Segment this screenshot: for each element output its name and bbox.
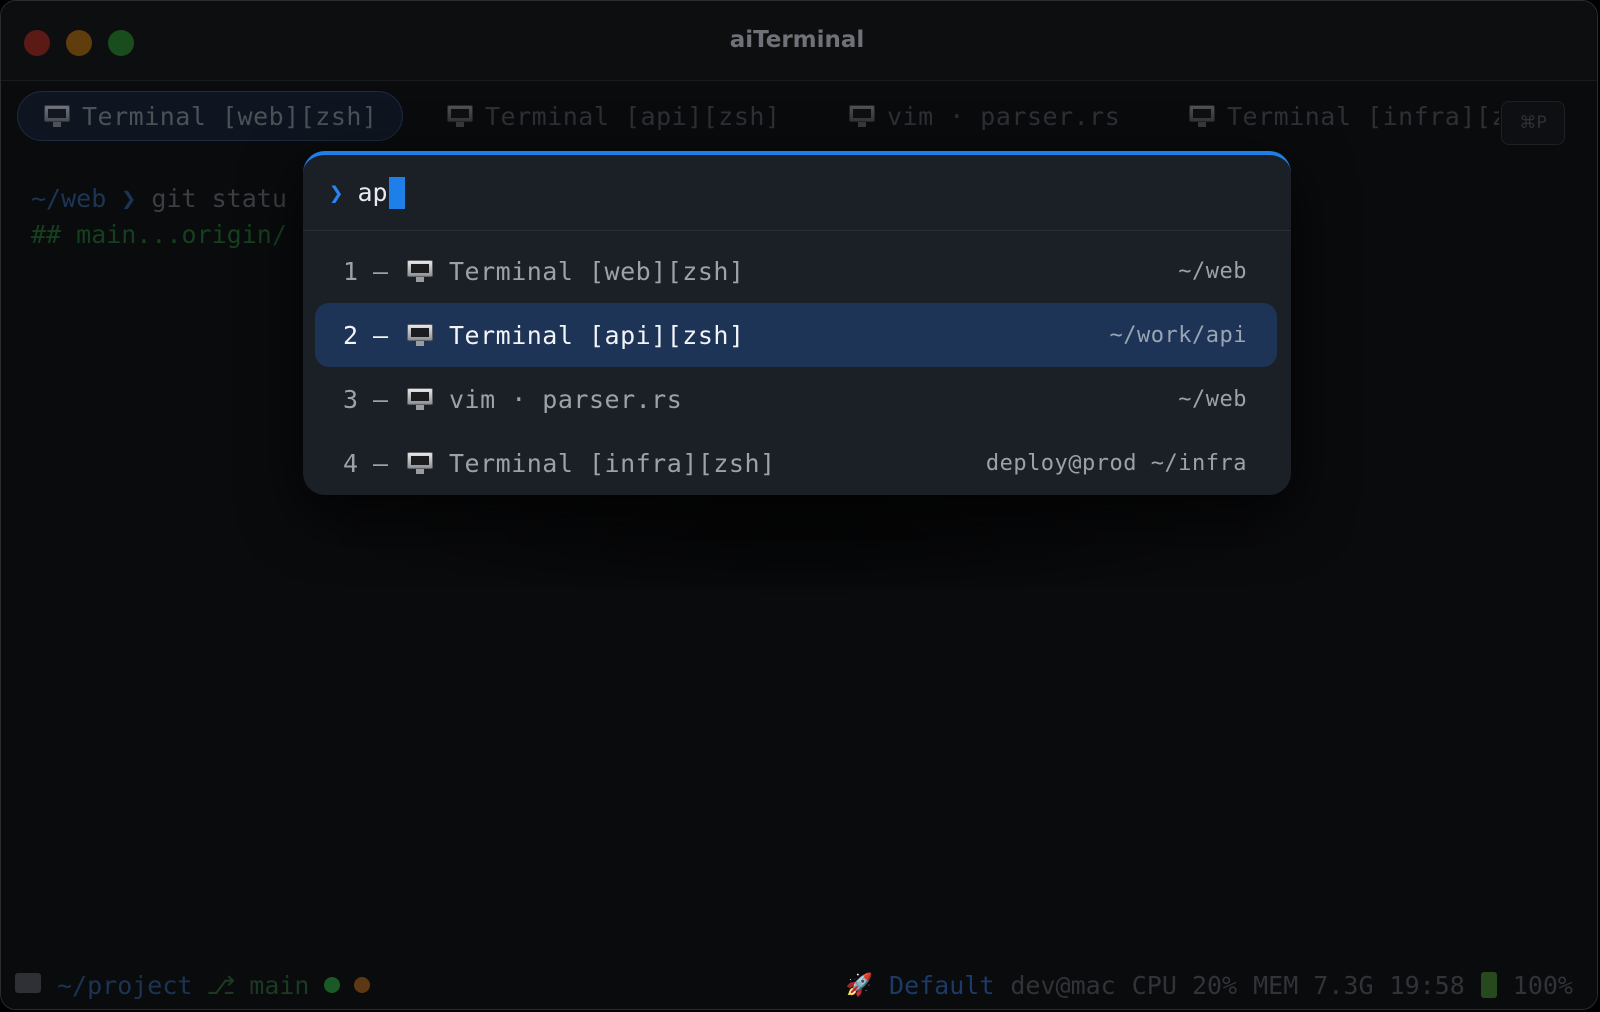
- palette-item-terminal-infra[interactable]: 4 – Terminal [infra][zsh] deploy@prod ~/…: [315, 431, 1277, 495]
- folder-icon: [15, 973, 41, 993]
- status-right: 🚀 Default dev@mac CPU 20% MEM 7.3G 19:58…: [846, 971, 1573, 1000]
- item-label: Terminal [web][zsh]: [449, 256, 745, 286]
- status-profile[interactable]: Default: [889, 971, 994, 1000]
- status-left: ~/project ⎇ main: [57, 971, 370, 1000]
- item-directory: ~/web: [1178, 258, 1247, 284]
- item-index: 3: [343, 384, 359, 414]
- status-time: 19:58: [1389, 970, 1465, 1000]
- command-palette-shortcut-hint[interactable]: ⌘P: [1501, 101, 1565, 145]
- window-title: aiTerminal: [729, 27, 865, 53]
- modified-indicator-icon: [353, 977, 370, 993]
- prompt-chevron-icon: ❯: [329, 178, 344, 207]
- status-cpu: CPU 20%: [1131, 970, 1238, 1000]
- monitor-icon: [1189, 105, 1215, 127]
- tab-label: Terminal [api][zsh]: [485, 101, 781, 131]
- item-directory: deploy@prod ~/infra: [985, 450, 1247, 476]
- status-battery: 100%: [1512, 970, 1573, 1000]
- palette-item-vim-parser[interactable]: 3 – vim · parser.rs ~/web: [315, 367, 1277, 431]
- prompt-path: ~/web ❯: [31, 184, 152, 213]
- tab-label: Terminal [infra][zsh]: [1227, 101, 1499, 131]
- tab-terminal-api[interactable]: Terminal [api][zsh]: [447, 91, 780, 141]
- command-palette: ❯ ap 1 – Terminal [web][zsh] ~/web 2 – T…: [303, 151, 1291, 495]
- tab-label: vim · parser.rs: [887, 101, 1121, 131]
- item-separator: –: [373, 448, 389, 478]
- terminal-window: aiTerminal Terminal [web][zsh] Terminal …: [0, 0, 1598, 1010]
- staged-indicator-icon: [323, 977, 340, 993]
- monitor-icon: [407, 388, 433, 410]
- status-bar: ~/project ⎇ main 🚀 Default dev@mac CPU 2…: [1, 959, 1597, 1009]
- item-separator: –: [373, 384, 389, 414]
- tab-vim-parser[interactable]: vim · parser.rs: [849, 91, 1120, 141]
- item-separator: –: [373, 256, 389, 286]
- tab-bar: Terminal [web][zsh] Terminal [api][zsh] …: [1, 81, 1597, 156]
- git-status-output: ## main...origin/: [31, 220, 287, 249]
- item-directory: ~/web: [1178, 386, 1247, 412]
- monitor-icon: [849, 105, 875, 127]
- item-index: 2: [343, 320, 359, 350]
- item-separator: –: [373, 320, 389, 350]
- monitor-icon: [447, 105, 473, 127]
- palette-results-list: 1 – Terminal [web][zsh] ~/web 2 – Termin…: [315, 239, 1277, 495]
- text-cursor: [388, 176, 405, 209]
- status-branch: main: [249, 970, 310, 1000]
- status-mem: MEM 7.3G: [1253, 970, 1374, 1000]
- git-branch-icon: ⎇: [206, 970, 236, 1000]
- tab-terminal-web[interactable]: Terminal [web][zsh]: [17, 91, 403, 141]
- monitor-icon: [407, 260, 433, 282]
- status-user: dev@mac: [1010, 970, 1116, 1000]
- item-index: 4: [343, 448, 359, 478]
- battery-icon: [1480, 972, 1497, 998]
- monitor-icon: [44, 105, 70, 127]
- title-bar: aiTerminal: [1, 1, 1597, 81]
- monitor-icon: [407, 452, 433, 474]
- monitor-icon: [407, 324, 433, 346]
- tab-terminal-infra[interactable]: Terminal [infra][zsh]: [1189, 91, 1499, 141]
- rocket-icon: 🚀: [845, 972, 874, 998]
- palette-query-text: ap: [357, 178, 388, 207]
- item-label: vim · parser.rs: [449, 384, 683, 414]
- status-path: ~/project: [57, 970, 193, 1000]
- palette-item-terminal-web[interactable]: 1 – Terminal [web][zsh] ~/web: [315, 239, 1277, 303]
- palette-item-terminal-api[interactable]: 2 – Terminal [api][zsh] ~/work/api: [315, 303, 1277, 367]
- tab-label: Terminal [web][zsh]: [82, 101, 378, 131]
- item-directory: ~/work/api: [1109, 322, 1247, 348]
- terminal-output[interactable]: ~/web ❯ git statu ## main...origin/: [31, 181, 287, 253]
- item-index: 1: [343, 256, 359, 286]
- command-text: git statu: [151, 184, 287, 213]
- palette-search-input[interactable]: ❯ ap: [303, 155, 1291, 231]
